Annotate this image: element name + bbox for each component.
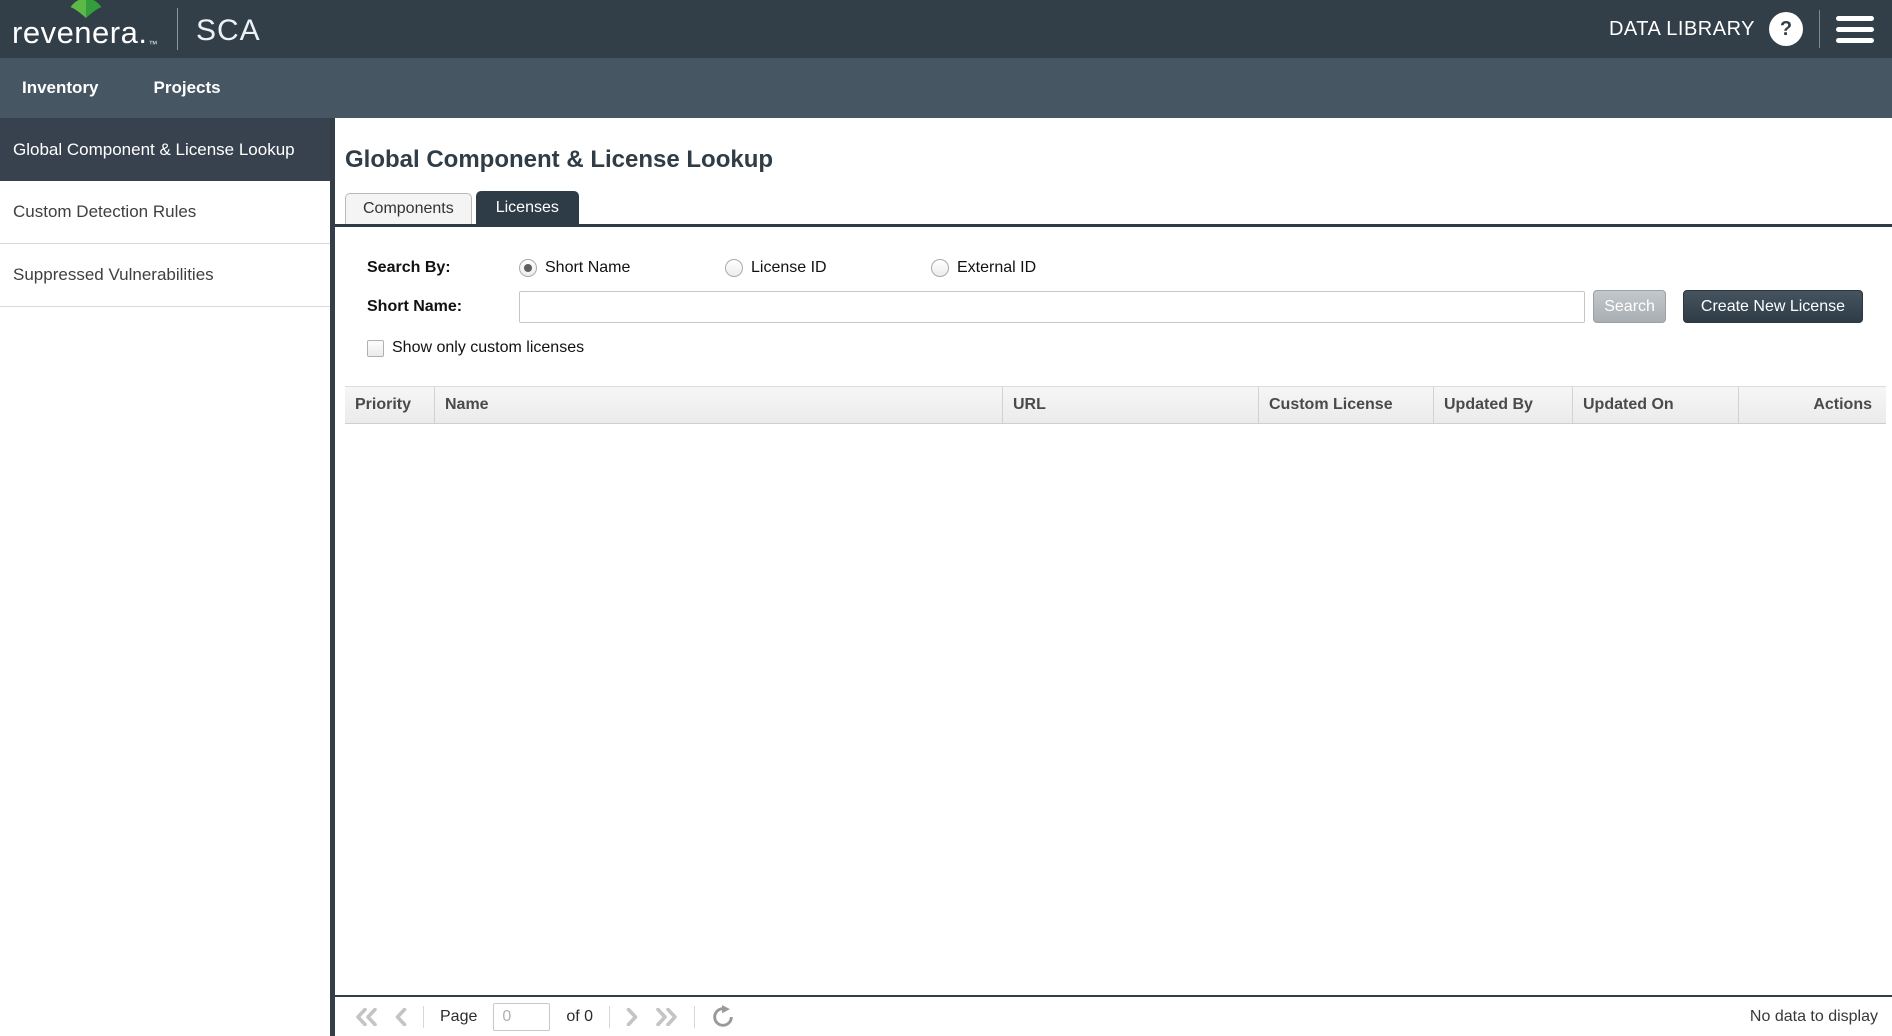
- table-body-empty: [335, 424, 1892, 995]
- column-header-priority[interactable]: Priority: [345, 387, 435, 423]
- help-icon[interactable]: ?: [1769, 12, 1803, 46]
- table-header: Priority Name URL Custom License Updated…: [345, 386, 1886, 424]
- sidebar-item-global-component-license-lookup[interactable]: Global Component & License Lookup: [0, 118, 330, 181]
- revenera-wordmark: revenera.™: [12, 7, 157, 51]
- main-panel: Global Component & License Lookup Compon…: [335, 118, 1892, 1036]
- radio-label-external-id: External ID: [957, 259, 1036, 277]
- brand-text: revenera.: [12, 15, 147, 50]
- revenera-leaf-icon: [68, 0, 104, 18]
- product-name: SCA: [196, 10, 261, 48]
- column-header-name[interactable]: Name: [435, 387, 1003, 423]
- short-name-label: Short Name:: [367, 298, 519, 316]
- pager-divider: [423, 1006, 424, 1028]
- page-count-label: of 0: [566, 1008, 593, 1026]
- search-by-row: Search By: Short Name License ID Externa…: [367, 254, 1863, 282]
- pager-divider: [609, 1006, 610, 1028]
- data-library-menu[interactable]: DATA LIBRARY: [1609, 18, 1755, 41]
- checkbox-label: Show only custom licenses: [392, 339, 584, 357]
- radio-icon-short-name: [519, 259, 537, 277]
- first-page-icon[interactable]: [355, 1008, 378, 1026]
- page-label: Page: [440, 1008, 477, 1026]
- refresh-icon[interactable]: [711, 1005, 735, 1029]
- hamburger-menu-icon[interactable]: [1836, 12, 1874, 47]
- topbar-divider: [1819, 10, 1820, 48]
- sidebar: Global Component & License Lookup Custom…: [0, 118, 335, 1036]
- tab-underline: [335, 224, 1892, 227]
- sidebar-item-suppressed-vulnerabilities[interactable]: Suppressed Vulnerabilities: [0, 244, 330, 307]
- pagination-bar: Page of 0 No data to display: [335, 995, 1892, 1036]
- next-page-icon[interactable]: [626, 1008, 639, 1026]
- radio-label-license-id: License ID: [751, 259, 827, 277]
- nav-item-inventory[interactable]: Inventory: [22, 78, 99, 98]
- tab-components[interactable]: Components: [345, 193, 472, 224]
- prev-page-icon[interactable]: [394, 1008, 407, 1026]
- top-header-bar: revenera.™ SCA DATA LIBRARY ?: [0, 0, 1892, 58]
- radio-icon-external-id: [931, 259, 949, 277]
- column-header-updated-by[interactable]: Updated By: [1434, 387, 1573, 423]
- radio-short-name[interactable]: Short Name: [519, 259, 725, 277]
- last-page-icon[interactable]: [655, 1008, 678, 1026]
- brand-separator: [177, 8, 178, 50]
- radio-icon-license-id: [725, 259, 743, 277]
- topbar-right-group: DATA LIBRARY ?: [1609, 10, 1874, 48]
- nav-item-projects[interactable]: Projects: [154, 78, 221, 98]
- short-name-input[interactable]: [519, 291, 1585, 323]
- page-title: Global Component & License Lookup: [345, 145, 1892, 175]
- empty-status-text: No data to display: [1750, 1008, 1878, 1026]
- main-nav: Inventory Projects: [0, 58, 1892, 118]
- checkbox-row: Show only custom licenses: [367, 339, 1892, 357]
- tab-bar: Components Licenses: [345, 191, 1892, 224]
- content-row: Global Component & License Lookup Custom…: [0, 118, 1892, 1036]
- brand-logo: revenera.™ SCA: [12, 7, 261, 51]
- trademark-mark: ™: [148, 39, 158, 49]
- page-number-input[interactable]: [493, 1003, 550, 1031]
- pager-divider: [694, 1006, 695, 1028]
- short-name-row: Short Name: Search Create New License: [367, 290, 1863, 323]
- show-only-custom-licenses-checkbox[interactable]: Show only custom licenses: [367, 339, 584, 357]
- radio-license-id[interactable]: License ID: [725, 259, 931, 277]
- search-button[interactable]: Search: [1593, 290, 1666, 323]
- search-by-label: Search By:: [367, 259, 519, 277]
- column-header-updated-on[interactable]: Updated On: [1573, 387, 1739, 423]
- help-glyph: ?: [1780, 18, 1792, 41]
- column-header-actions[interactable]: Actions: [1739, 387, 1886, 423]
- create-new-license-button[interactable]: Create New License: [1683, 290, 1863, 323]
- checkbox-icon: [367, 340, 384, 357]
- sidebar-item-custom-detection-rules[interactable]: Custom Detection Rules: [0, 181, 330, 244]
- tab-licenses[interactable]: Licenses: [476, 191, 579, 224]
- app-root: revenera.™ SCA DATA LIBRARY ? Inventory …: [0, 0, 1892, 1036]
- radio-label-short-name: Short Name: [545, 259, 630, 277]
- radio-external-id[interactable]: External ID: [931, 259, 1137, 277]
- column-header-url[interactable]: URL: [1003, 387, 1259, 423]
- column-header-custom-license[interactable]: Custom License: [1259, 387, 1434, 423]
